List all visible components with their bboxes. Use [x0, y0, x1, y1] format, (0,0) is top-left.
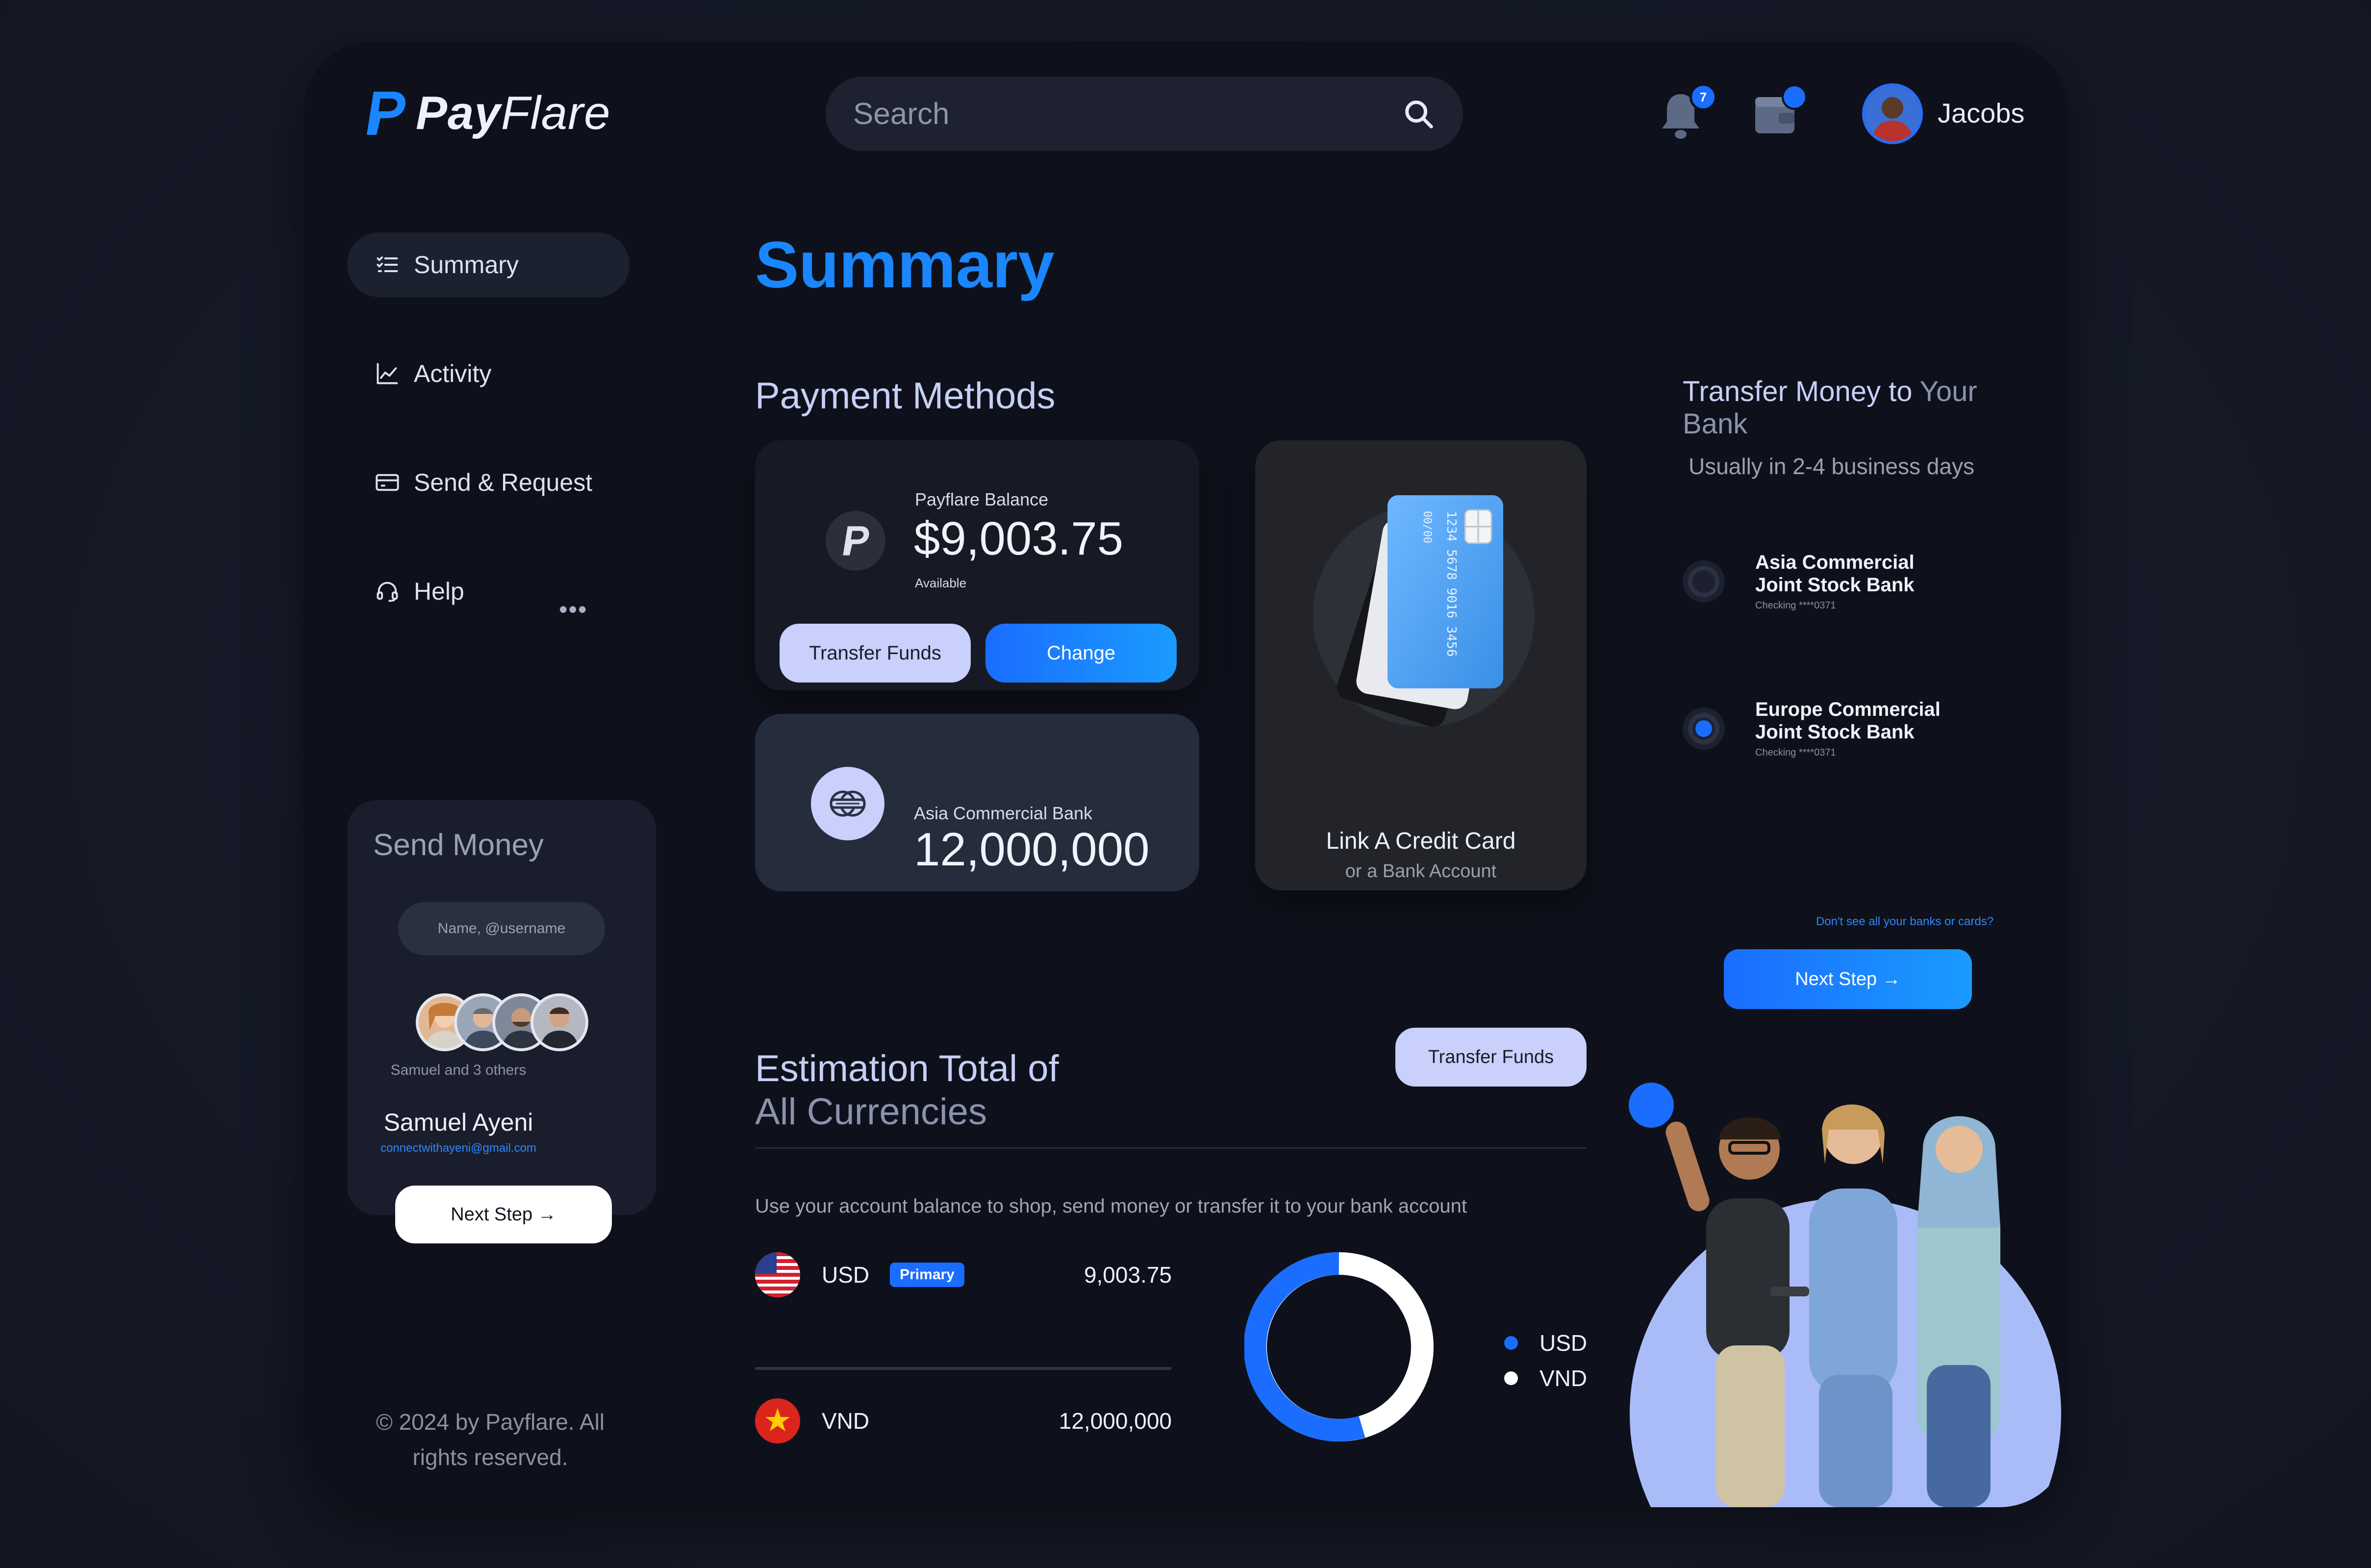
- currency-row-vnd[interactable]: VND 12,000,000: [755, 1396, 1172, 1445]
- bank-name-label: Asia Commercial Bank: [914, 803, 1093, 823]
- app-window: PayFlare Search 7 Jacobs Summary Activit…: [304, 41, 2068, 1507]
- card-number: 1234 5678 9016 3456: [1444, 511, 1459, 657]
- change-button[interactable]: Change: [985, 624, 1177, 683]
- link-card-title: Link A Credit Card: [1326, 828, 1516, 854]
- estimation-title: Estimation Total of All Currencies: [755, 1048, 1059, 1133]
- user-name[interactable]: Jacobs: [1938, 97, 2024, 129]
- bank-balance-amount: 12,000,000: [914, 823, 1150, 876]
- sidebar-item-summary[interactable]: Summary: [347, 232, 630, 297]
- page-title: Summary: [755, 228, 1055, 302]
- bank-option-account: Checking ****0371: [1755, 600, 1836, 611]
- send-money-title: Send Money: [373, 828, 544, 862]
- missing-banks-link[interactable]: Don't see all your banks or cards?: [1683, 915, 2068, 929]
- sidebar-item-label: Summary: [414, 251, 519, 278]
- sidebar-item-label: Help: [414, 578, 464, 605]
- recipient-avatars[interactable]: [416, 993, 588, 1054]
- us-flag-icon: [755, 1252, 800, 1297]
- bank-option-asia[interactable]: Asia Commercial Joint Stock Bank Checking…: [1683, 551, 1915, 611]
- balance-amount: $9,003.75: [914, 512, 1124, 565]
- sidebar-item-send-request[interactable]: Send & Request: [347, 450, 630, 515]
- currency-amount: 12,000,000: [1059, 1408, 1172, 1434]
- transfer-subtitle: Usually in 2-4 business days: [1689, 454, 1974, 479]
- copyright: © 2024 by Payflare. All rights reserved.: [376, 1409, 605, 1470]
- payflare-logo-icon: [367, 92, 405, 135]
- brand-logo[interactable]: PayFlare: [363, 86, 611, 140]
- estimation-transfer-funds-button[interactable]: Transfer Funds: [1395, 1028, 1587, 1087]
- headset-icon: [377, 582, 398, 602]
- bank-option-name: Europe Commercial Joint Stock Bank: [1755, 699, 1941, 743]
- recipient-search-input[interactable]: Name, @username: [398, 902, 605, 955]
- balance-label: Payflare Balance: [915, 489, 1049, 509]
- recipient-email[interactable]: connectwithayeni@gmail.com: [304, 1141, 613, 1155]
- card-icon: [376, 474, 399, 491]
- currency-divider: [755, 1367, 1172, 1370]
- sidebar-item-activity[interactable]: Activity: [347, 341, 630, 406]
- transfer-title: Transfer Money to Your Bank: [1683, 376, 1977, 440]
- primary-badge: Primary: [890, 1263, 964, 1287]
- avatar[interactable]: [530, 993, 588, 1051]
- currency-donut-chart: [1244, 1252, 1434, 1442]
- wallet-indicator-dot: [1782, 84, 1807, 110]
- sidebar-item-label: Send & Request: [414, 469, 593, 496]
- legend-item-vnd: VND: [1504, 1365, 1587, 1391]
- bank-option-account: Checking ****0371: [1755, 747, 1836, 758]
- person-avatar-icon: [1865, 86, 1920, 141]
- more-options-icon[interactable]: •••: [559, 595, 588, 624]
- balance-available-label: Available: [915, 576, 967, 590]
- currency-code: USD: [822, 1262, 870, 1288]
- bank-logo-icon: [811, 767, 884, 840]
- recipients-note: Samuel and 3 others: [390, 1062, 527, 1078]
- currency-row-usd[interactable]: USD Primary 9,003.75: [755, 1250, 1172, 1299]
- radio-button-selected[interactable]: [1683, 707, 1725, 750]
- vietnam-flag-icon: [755, 1398, 800, 1443]
- legend-dot: [1504, 1336, 1518, 1350]
- card-expiry: 00/00: [1421, 511, 1433, 543]
- credit-card-illustration-icon: 1234 5678 9016 3456 00/00: [1313, 495, 1535, 727]
- link-card-subtitle: or a Bank Account: [1345, 861, 1497, 882]
- user-avatar[interactable]: [1862, 83, 1923, 144]
- transfer-next-step-button[interactable]: Next Step →: [1724, 949, 1972, 1009]
- notification-badge: 7: [1690, 83, 1717, 111]
- bank-option-europe[interactable]: Europe Commercial Joint Stock Bank Checki…: [1683, 698, 1941, 759]
- radio-button[interactable]: [1683, 560, 1725, 603]
- legend-item-usd: USD: [1504, 1330, 1587, 1356]
- divider: [755, 1147, 1587, 1149]
- people-illustration: [1629, 1083, 2061, 1507]
- search-input[interactable]: Search: [853, 97, 1401, 131]
- estimation-description: Use your account balance to shop, send m…: [755, 1195, 1467, 1217]
- brand-name: PayFlare: [416, 87, 611, 139]
- bank-option-name: Asia Commercial Joint Stock Bank: [1755, 552, 1915, 596]
- send-next-step-button[interactable]: Next Step →: [395, 1186, 612, 1243]
- sidebar-item-label: Activity: [414, 360, 492, 387]
- currency-amount: 9,003.75: [1084, 1262, 1172, 1288]
- search-icon[interactable]: [1401, 97, 1436, 131]
- legend-dot: [1504, 1371, 1518, 1385]
- payflare-logo-icon: [826, 511, 885, 571]
- transfer-funds-button[interactable]: Transfer Funds: [780, 624, 971, 683]
- payment-methods-title: Payment Methods: [755, 375, 1056, 417]
- donut-segment-usd: [1244, 1252, 1365, 1442]
- currency-code: VND: [822, 1408, 870, 1434]
- chart-line-icon: [377, 363, 398, 384]
- list-icon: [377, 256, 398, 272]
- recipient-name: Samuel Ayeni: [383, 1109, 533, 1136]
- search-bar[interactable]: Search: [826, 76, 1463, 151]
